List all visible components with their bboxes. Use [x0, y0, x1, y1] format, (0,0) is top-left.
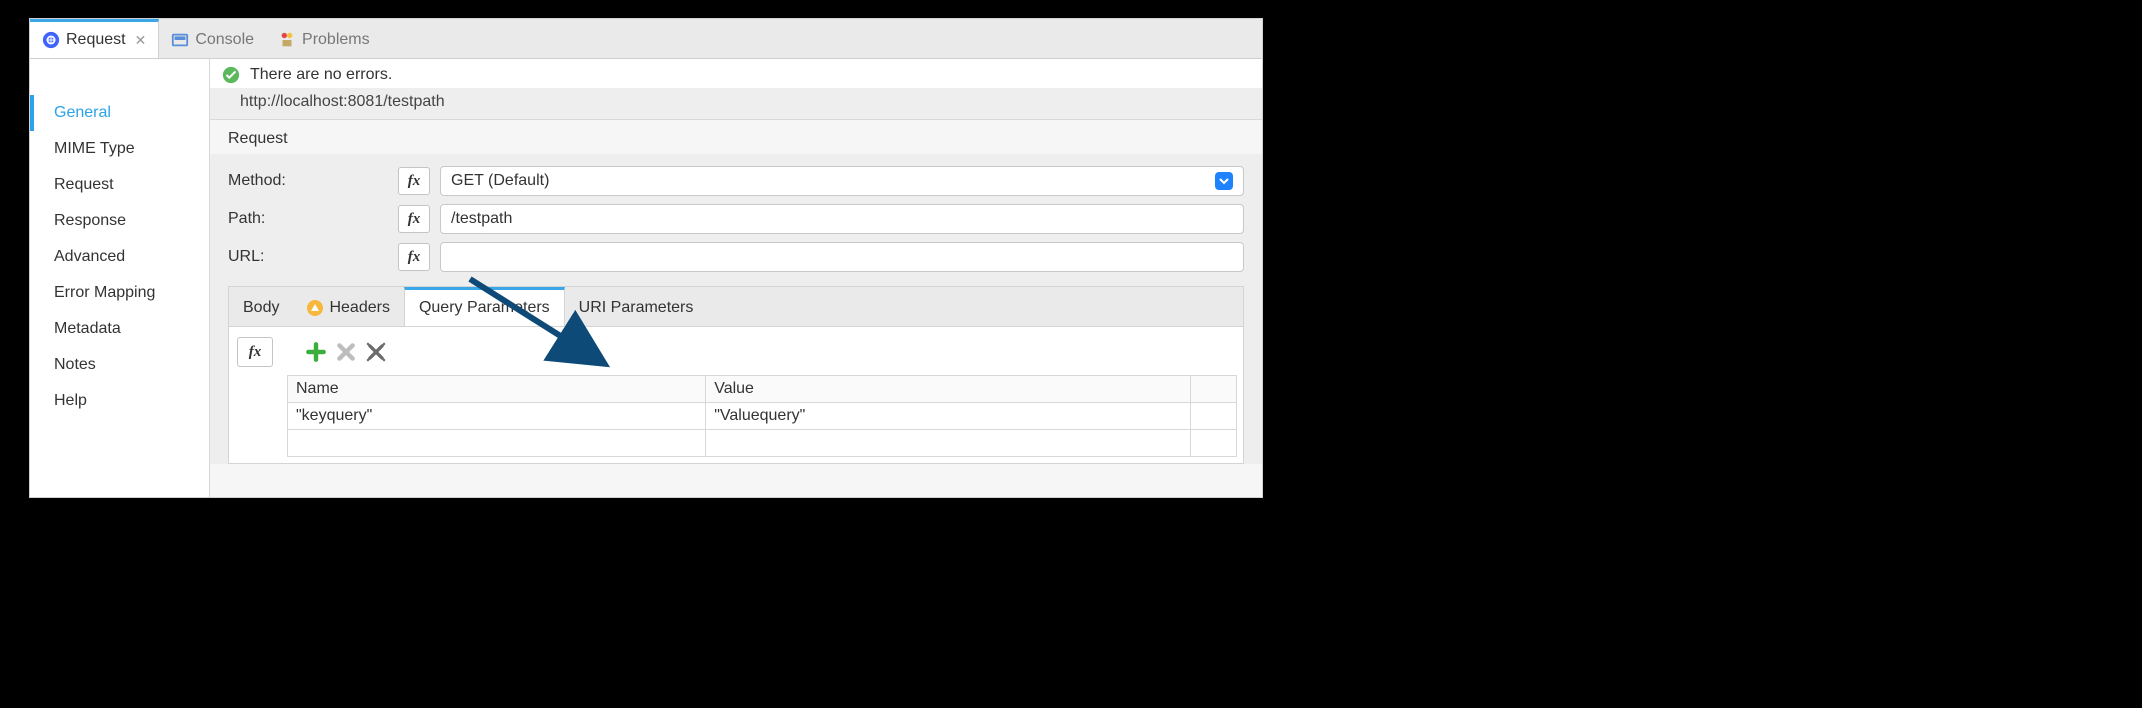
sidenav-item-request[interactable]: Request	[30, 167, 209, 203]
success-icon	[222, 66, 240, 84]
tab-request[interactable]: Request ✕	[30, 19, 159, 58]
col-value: Value	[706, 376, 1191, 403]
tab-request-label: Request	[66, 31, 126, 49]
warning-icon	[307, 300, 323, 316]
columns: General MIME Type Request Response Advan…	[30, 59, 1262, 497]
param-tabs: Body Headers Query Parameters URI Parame…	[229, 287, 1243, 327]
fx-button-params[interactable]: fx	[237, 337, 273, 367]
chevron-down-icon	[1215, 172, 1233, 190]
cell-name[interactable]: "keyquery"	[288, 403, 706, 430]
fx-button-url[interactable]: fx	[398, 243, 430, 271]
method-select[interactable]: GET (Default)	[440, 166, 1244, 196]
fx-button-method[interactable]: fx	[398, 167, 430, 195]
param-table: Name Value "keyquery" "Valuequery"	[287, 375, 1237, 457]
tab-problems-label: Problems	[302, 31, 370, 49]
col-actions	[1191, 376, 1237, 403]
sidenav-item-mime-type[interactable]: MIME Type	[30, 131, 209, 167]
sidenav-item-general[interactable]: General	[30, 95, 209, 131]
cell-name-empty[interactable]	[288, 430, 706, 457]
param-tab-headers[interactable]: Headers	[293, 287, 403, 326]
console-icon	[171, 31, 189, 49]
param-tab-uri[interactable]: URI Parameters	[565, 287, 708, 326]
sidenav-item-help[interactable]: Help	[30, 383, 209, 419]
sidenav-item-error-mapping[interactable]: Error Mapping	[30, 275, 209, 311]
url-preview: http://localhost:8081/testpath	[210, 89, 1262, 120]
remove-icon[interactable]	[335, 341, 357, 363]
add-icon[interactable]	[305, 341, 327, 363]
sidenav-item-notes[interactable]: Notes	[30, 347, 209, 383]
row-path: Path: fx	[210, 200, 1262, 238]
path-label: Path:	[228, 210, 388, 228]
tab-console-label: Console	[195, 31, 254, 49]
row-method: Method: fx GET (Default)	[210, 162, 1262, 200]
editor-window: Request ✕ Console Problems General MIME …	[29, 18, 1263, 498]
clear-all-icon[interactable]	[365, 341, 387, 363]
cell-actions[interactable]	[1191, 403, 1237, 430]
sidenav-item-metadata[interactable]: Metadata	[30, 311, 209, 347]
param-body: fx	[229, 327, 1243, 463]
sidenav: General MIME Type Request Response Advan…	[30, 59, 210, 497]
problems-icon	[278, 31, 296, 49]
param-tab-query[interactable]: Query Parameters	[404, 287, 565, 326]
url-label: URL:	[228, 248, 388, 266]
cell-value-empty[interactable]	[706, 430, 1191, 457]
main-panel: There are no errors. http://localhost:80…	[210, 59, 1262, 497]
url-input[interactable]	[440, 242, 1244, 272]
table-row[interactable]: "keyquery" "Valuequery"	[288, 403, 1237, 430]
param-toolbar: fx	[235, 333, 1237, 375]
form-area: Method: fx GET (Default) Path: fx URL:	[210, 154, 1262, 464]
tab-problems[interactable]: Problems	[266, 19, 382, 58]
table-row[interactable]	[288, 430, 1237, 457]
cell-actions-empty[interactable]	[1191, 430, 1237, 457]
sidenav-item-response[interactable]: Response	[30, 203, 209, 239]
sidenav-item-advanced[interactable]: Advanced	[30, 239, 209, 275]
table-header-row: Name Value	[288, 376, 1237, 403]
row-url: URL: fx	[210, 238, 1262, 276]
col-name: Name	[288, 376, 706, 403]
section-title: Request	[210, 120, 1262, 154]
cell-value[interactable]: "Valuequery"	[706, 403, 1191, 430]
status-row: There are no errors.	[210, 59, 1262, 89]
path-input[interactable]	[440, 204, 1244, 234]
fx-button-path[interactable]: fx	[398, 205, 430, 233]
editor-tabbar: Request ✕ Console Problems	[30, 19, 1262, 59]
status-message: There are no errors.	[250, 66, 392, 84]
request-tab-icon	[42, 31, 60, 49]
param-tabs-container: Body Headers Query Parameters URI Parame…	[228, 286, 1244, 464]
close-icon[interactable]: ✕	[135, 32, 147, 49]
tab-console[interactable]: Console	[159, 19, 266, 58]
param-tab-body[interactable]: Body	[229, 287, 293, 326]
method-label: Method:	[228, 172, 388, 190]
method-value: GET (Default)	[451, 172, 549, 190]
param-tab-headers-label: Headers	[329, 299, 389, 317]
